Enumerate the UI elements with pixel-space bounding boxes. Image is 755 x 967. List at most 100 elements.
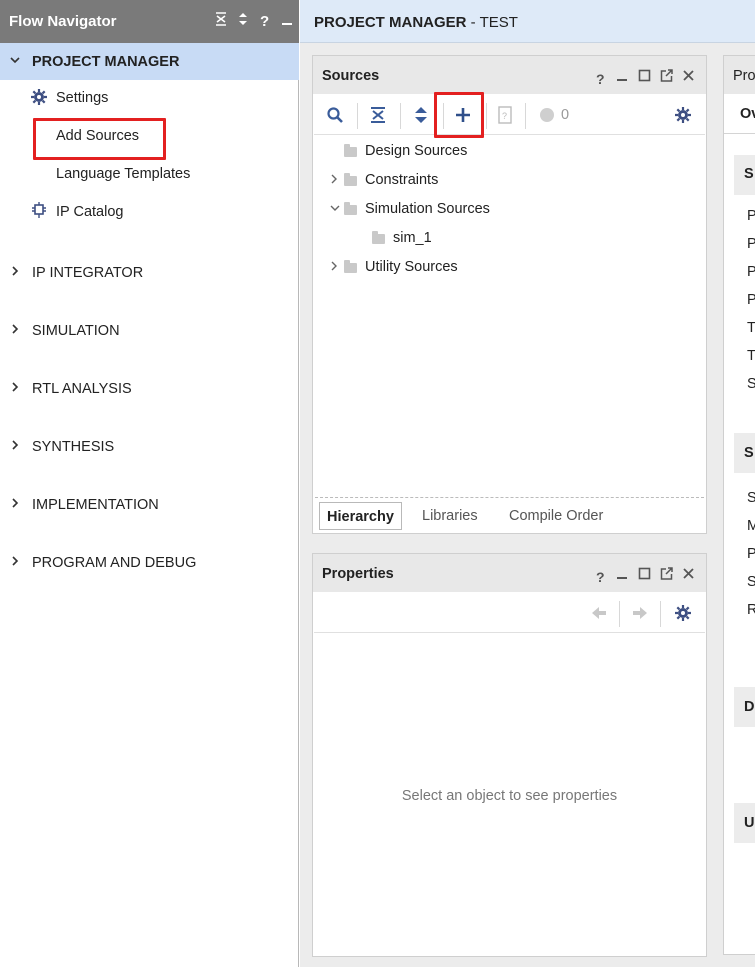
section-program-and-debug[interactable]: PROGRAM AND DEBUG <box>0 554 299 580</box>
properties-toolbar <box>314 593 705 633</box>
summary-row: P <box>747 292 755 308</box>
main-header: PROJECT MANAGER - TEST <box>300 0 755 43</box>
section-rtl-analysis[interactable]: RTL ANALYSIS <box>0 380 299 406</box>
minimize-icon[interactable] <box>281 12 293 29</box>
nav-item-settings[interactable]: Settings <box>56 90 108 106</box>
sources-tabs: Hierarchy Libraries Compile Order <box>319 502 699 530</box>
section-project-manager[interactable]: PROJECT MANAGER <box>0 53 299 79</box>
summary-row: S <box>747 574 755 590</box>
summary-section: S <box>734 155 755 195</box>
tree-item-label: sim_1 <box>393 230 432 246</box>
search-icon[interactable] <box>326 103 344 127</box>
gear-icon[interactable] <box>675 103 691 127</box>
tab-libraries[interactable]: Libraries <box>415 502 485 530</box>
collapse-all-icon[interactable] <box>215 12 227 29</box>
folder-icon <box>344 260 357 273</box>
summary-section: S <box>734 433 755 473</box>
folder-icon <box>372 231 385 244</box>
tab-hierarchy[interactable]: Hierarchy <box>319 502 402 530</box>
chevron-right-icon[interactable] <box>9 265 21 280</box>
summary-row: R <box>747 602 755 618</box>
tree-item-label: Design Sources <box>365 143 468 159</box>
properties-panel-header: Properties ? <box>313 554 706 592</box>
flow-navigator-title: Flow Navigator <box>9 13 117 30</box>
page-title-bold: PROJECT MANAGER <box>314 14 467 31</box>
sources-panel: Sources ? ? 0 Design Sources Constraints <box>312 55 707 534</box>
chevron-right-icon[interactable] <box>329 173 341 188</box>
ip-catalog-icon <box>31 202 47 218</box>
summary-row: S <box>747 490 755 506</box>
back-arrow-icon[interactable] <box>590 601 608 625</box>
summary-row: P <box>747 264 755 280</box>
sources-toolbar: ? 0 <box>314 92 705 138</box>
maximize-icon[interactable] <box>638 67 651 86</box>
project-summary-title: Pro <box>733 68 755 84</box>
forward-arrow-icon[interactable] <box>631 601 649 625</box>
chevron-right-icon[interactable] <box>329 260 341 275</box>
folder-icon <box>344 173 357 186</box>
tree-item-simulation-sources[interactable]: Simulation Sources <box>329 201 689 223</box>
status-dot-icon <box>539 103 555 127</box>
expand-all-icon[interactable] <box>237 12 249 29</box>
chevron-right-icon[interactable] <box>9 439 21 454</box>
gear-icon <box>31 89 47 105</box>
tree-item-label: Utility Sources <box>365 259 458 275</box>
help-icon[interactable]: ? <box>260 13 269 30</box>
tree-item-constraints[interactable]: Constraints <box>329 172 689 194</box>
float-icon[interactable] <box>660 565 673 584</box>
section-simulation[interactable]: SIMULATION <box>0 322 299 348</box>
chevron-right-icon[interactable] <box>9 497 21 512</box>
close-icon[interactable] <box>682 565 695 584</box>
collapse-all-icon[interactable] <box>370 103 386 127</box>
folder-icon <box>344 144 357 157</box>
section-synthesis[interactable]: SYNTHESIS <box>0 438 299 464</box>
section-label: SYNTHESIS <box>32 439 115 455</box>
unknown-file-icon[interactable]: ? <box>498 103 512 127</box>
summary-row: S <box>747 376 755 392</box>
help-icon[interactable]: ? <box>596 71 605 87</box>
status-count: 0 <box>561 107 570 123</box>
help-icon[interactable]: ? <box>596 569 605 585</box>
nav-item-language-templates[interactable]: Language Templates <box>56 166 190 182</box>
expand-all-icon[interactable] <box>413 103 429 127</box>
chevron-down-icon[interactable] <box>329 202 341 217</box>
highlight-box-add-button <box>434 92 484 138</box>
tab-compile-order[interactable]: Compile Order <box>502 502 610 530</box>
sources-panel-header: Sources ? <box>313 56 706 94</box>
chevron-down-icon[interactable] <box>9 54 21 69</box>
minimize-icon[interactable] <box>616 67 628 86</box>
chevron-right-icon[interactable] <box>9 323 21 338</box>
summary-section: U <box>734 803 755 843</box>
tree-item-sim-1[interactable]: sim_1 <box>357 230 689 252</box>
nav-item-ip-catalog[interactable]: IP Catalog <box>56 204 123 220</box>
summary-row: T <box>747 320 755 336</box>
tab-overview[interactable]: Ov <box>740 106 755 122</box>
sources-panel-title: Sources <box>322 68 380 84</box>
section-implementation[interactable]: IMPLEMENTATION <box>0 496 299 522</box>
tabs-divider <box>315 497 704 498</box>
tree-item-utility-sources[interactable]: Utility Sources <box>329 259 689 281</box>
section-label: PROJECT MANAGER <box>32 54 180 70</box>
chevron-right-icon[interactable] <box>9 381 21 396</box>
summary-row: P <box>747 208 755 224</box>
minimize-icon[interactable] <box>616 565 628 584</box>
section-ip-integrator[interactable]: IP INTEGRATOR <box>0 264 299 290</box>
tree-item-design-sources[interactable]: Design Sources <box>329 143 689 165</box>
properties-panel-title: Properties <box>322 566 394 582</box>
maximize-icon[interactable] <box>638 565 651 584</box>
gear-icon[interactable] <box>675 601 691 625</box>
section-label: IMPLEMENTATION <box>32 497 159 513</box>
section-label: PROGRAM AND DEBUG <box>32 555 197 571</box>
page-title-project: - TEST <box>466 14 518 31</box>
close-icon[interactable] <box>682 67 695 86</box>
project-summary-header: Pro <box>724 56 755 94</box>
summary-row: P <box>747 236 755 252</box>
chevron-right-icon[interactable] <box>9 555 21 570</box>
flow-navigator-header: Flow Navigator ? <box>0 0 299 43</box>
section-label: IP INTEGRATOR <box>32 265 144 281</box>
summary-row: P <box>747 546 755 562</box>
project-summary-panel: Pro Ov S P P P P T T S S S M P S R D U <box>723 55 755 955</box>
float-icon[interactable] <box>660 67 673 86</box>
svg-text:?: ? <box>502 111 507 121</box>
section-label: RTL ANALYSIS <box>32 381 132 397</box>
